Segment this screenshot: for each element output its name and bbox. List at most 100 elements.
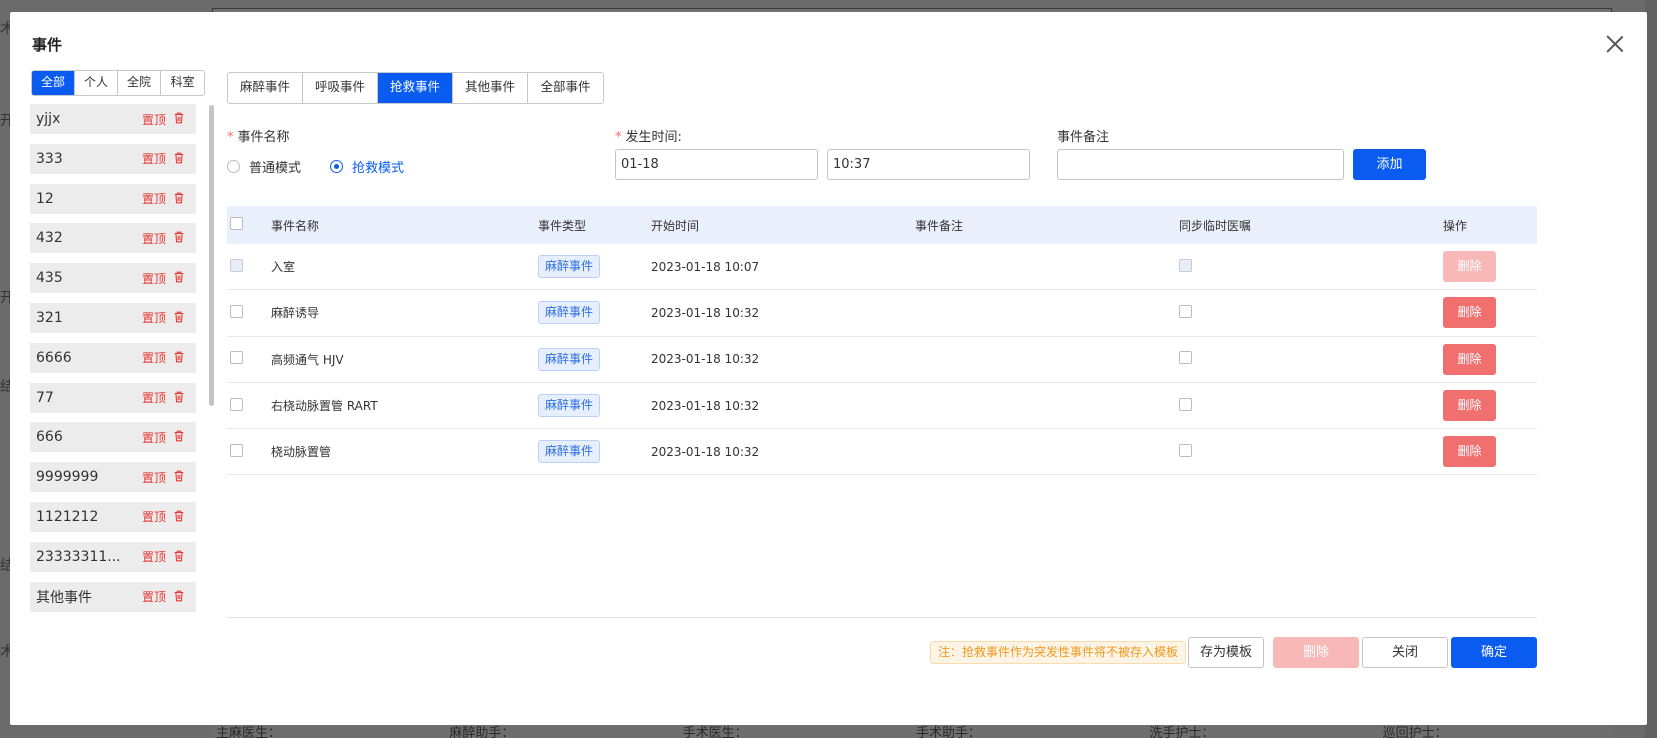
event-name-label-text: 事件名称 xyxy=(237,130,290,145)
row-delete-button[interactable]: 删除 xyxy=(1443,436,1496,468)
row-start: 2023-01-18 10:32 xyxy=(651,398,760,413)
sync-order-checkbox[interactable] xyxy=(1179,397,1192,411)
event-list-scrollbar[interactable] xyxy=(209,105,214,406)
event-template-item[interactable]: 435 置顶 xyxy=(30,263,196,294)
event-template-item[interactable]: 666 置顶 xyxy=(30,422,196,453)
event-dialog: 事件 全部 个人 全院 科室 yjjx 置顶 333 置顶 12 置顶 432 置顶 435 置顶… xyxy=(10,12,1647,725)
confirm-button[interactable]: 确定 xyxy=(1451,637,1537,668)
header-start: 开始时间 xyxy=(651,218,700,233)
trash-icon[interactable] xyxy=(172,469,188,485)
note-input[interactable] xyxy=(1057,149,1344,180)
row-sync-cell xyxy=(1179,351,1443,367)
sync-order-checkbox[interactable] xyxy=(1179,304,1192,318)
event-template-item[interactable]: 9999999 置顶 xyxy=(30,462,196,493)
tab-anesthesia-events[interactable]: 麻醉事件 xyxy=(228,73,303,103)
event-template-item[interactable]: yjjx 置顶 xyxy=(30,104,196,134)
pin-button[interactable]: 置顶 xyxy=(142,588,166,605)
sync-order-checkbox[interactable] xyxy=(1179,258,1192,272)
row-delete-button[interactable]: 删除 xyxy=(1443,390,1496,422)
trash-icon[interactable] xyxy=(172,230,188,246)
trash-icon[interactable] xyxy=(172,429,188,445)
pin-button[interactable]: 置顶 xyxy=(142,469,166,486)
time-label-text: 发生时间: xyxy=(625,130,682,145)
header-checkbox-cell xyxy=(227,217,271,233)
row-name: 高频通气 HJV xyxy=(271,352,344,367)
sync-order-checkbox[interactable] xyxy=(1179,443,1192,457)
trash-icon[interactable] xyxy=(172,509,188,525)
row-op-cell: 删除 xyxy=(1443,297,1537,329)
time-input[interactable]: 10:37 xyxy=(827,149,1030,180)
event-template-item[interactable]: 23333311... 置顶 xyxy=(30,541,196,572)
trash-icon[interactable] xyxy=(172,350,188,366)
delete-button[interactable]: 删除 xyxy=(1273,637,1359,668)
pin-button[interactable]: 置顶 xyxy=(142,150,166,167)
scope-tab-personal[interactable]: 个人 xyxy=(75,71,118,95)
close-icon[interactable] xyxy=(1605,34,1625,54)
event-template-name: 1121212 xyxy=(36,508,99,525)
pin-button[interactable]: 置顶 xyxy=(142,309,166,326)
trash-icon[interactable] xyxy=(172,270,188,286)
trash-icon[interactable] xyxy=(172,310,188,326)
pin-button[interactable]: 置顶 xyxy=(142,270,166,287)
row-sync-cell xyxy=(1179,258,1443,275)
tab-respiratory-events[interactable]: 呼吸事件 xyxy=(303,73,378,103)
add-button[interactable]: 添加 xyxy=(1353,149,1426,180)
tab-all-events[interactable]: 全部事件 xyxy=(528,73,603,103)
row-checkbox-cell xyxy=(227,397,271,414)
row-checkbox[interactable] xyxy=(230,304,243,318)
row-checkbox-cell xyxy=(227,443,271,460)
row-delete-button[interactable]: 删除 xyxy=(1443,297,1496,329)
event-template-item[interactable]: 6666 置顶 xyxy=(30,342,196,373)
pin-button[interactable]: 置顶 xyxy=(142,349,166,366)
row-checkbox[interactable] xyxy=(230,397,243,411)
row-name: 桡动脉置管 xyxy=(271,445,332,460)
trash-icon[interactable] xyxy=(172,589,188,605)
pin-button[interactable]: 置顶 xyxy=(142,508,166,525)
mode-normal-label: 普通模式 xyxy=(249,161,302,176)
scope-tab-all[interactable]: 全部 xyxy=(32,71,75,95)
tab-other-events[interactable]: 其他事件 xyxy=(453,73,528,103)
date-input[interactable]: 01-18 xyxy=(615,149,818,180)
row-name: 麻醉诱导 xyxy=(271,306,320,321)
event-template-item[interactable]: 其他事件 置顶 xyxy=(30,581,196,612)
scope-tab-department[interactable]: 科室 xyxy=(161,71,204,95)
pin-button[interactable]: 置顶 xyxy=(142,190,166,207)
event-template-item[interactable]: 77 置顶 xyxy=(30,382,196,413)
trash-icon[interactable] xyxy=(172,549,188,565)
row-start: 2023-01-18 10:32 xyxy=(651,305,760,320)
mode-normal-radio[interactable]: 普通模式 xyxy=(227,157,301,176)
row-delete-button[interactable]: 删除 xyxy=(1443,343,1496,375)
row-sync-cell xyxy=(1179,443,1443,460)
trash-icon[interactable] xyxy=(172,151,188,167)
pin-button[interactable]: 置顶 xyxy=(142,111,166,128)
row-checkbox[interactable] xyxy=(230,351,243,365)
pin-button[interactable]: 置顶 xyxy=(142,389,166,406)
trash-icon[interactable] xyxy=(172,390,188,406)
event-template-item[interactable]: 432 置顶 xyxy=(30,223,196,254)
table-body: 入室 麻醉事件 2023-01-18 10:07 删除 麻醉诱导 麻醉事件 2023-01-… xyxy=(227,244,1537,476)
mode-rescue-radio[interactable]: 抢救模式 xyxy=(330,157,404,176)
event-template-item[interactable]: 321 置顶 xyxy=(30,302,196,333)
trash-icon[interactable] xyxy=(172,191,188,207)
pin-button[interactable]: 置顶 xyxy=(142,429,166,446)
row-type-cell: 麻醉事件 xyxy=(538,394,651,418)
tab-rescue-events[interactable]: 抢救事件 xyxy=(378,73,453,103)
row-checkbox[interactable] xyxy=(230,443,243,457)
event-type-badge: 麻醉事件 xyxy=(538,301,601,325)
event-template-item[interactable]: 12 置顶 xyxy=(30,183,196,214)
row-sync-cell xyxy=(1179,397,1443,414)
scope-tab-hospital[interactable]: 全院 xyxy=(118,71,161,95)
close-button[interactable]: 关闭 xyxy=(1362,637,1448,668)
header-name: 事件名称 xyxy=(271,218,320,233)
event-template-item[interactable]: 1121212 置顶 xyxy=(30,501,196,532)
event-template-item[interactable]: 333 置顶 xyxy=(30,143,196,174)
row-checkbox[interactable] xyxy=(230,258,243,272)
save-template-button[interactable]: 存为模板 xyxy=(1188,637,1264,668)
select-all-checkbox[interactable] xyxy=(230,217,243,230)
pin-button[interactable]: 置顶 xyxy=(142,548,166,565)
event-template-name: 其他事件 xyxy=(36,589,92,606)
trash-icon[interactable] xyxy=(172,111,188,127)
sync-order-checkbox[interactable] xyxy=(1179,351,1192,365)
row-delete-button[interactable]: 删除 xyxy=(1443,251,1496,283)
pin-button[interactable]: 置顶 xyxy=(142,230,166,247)
